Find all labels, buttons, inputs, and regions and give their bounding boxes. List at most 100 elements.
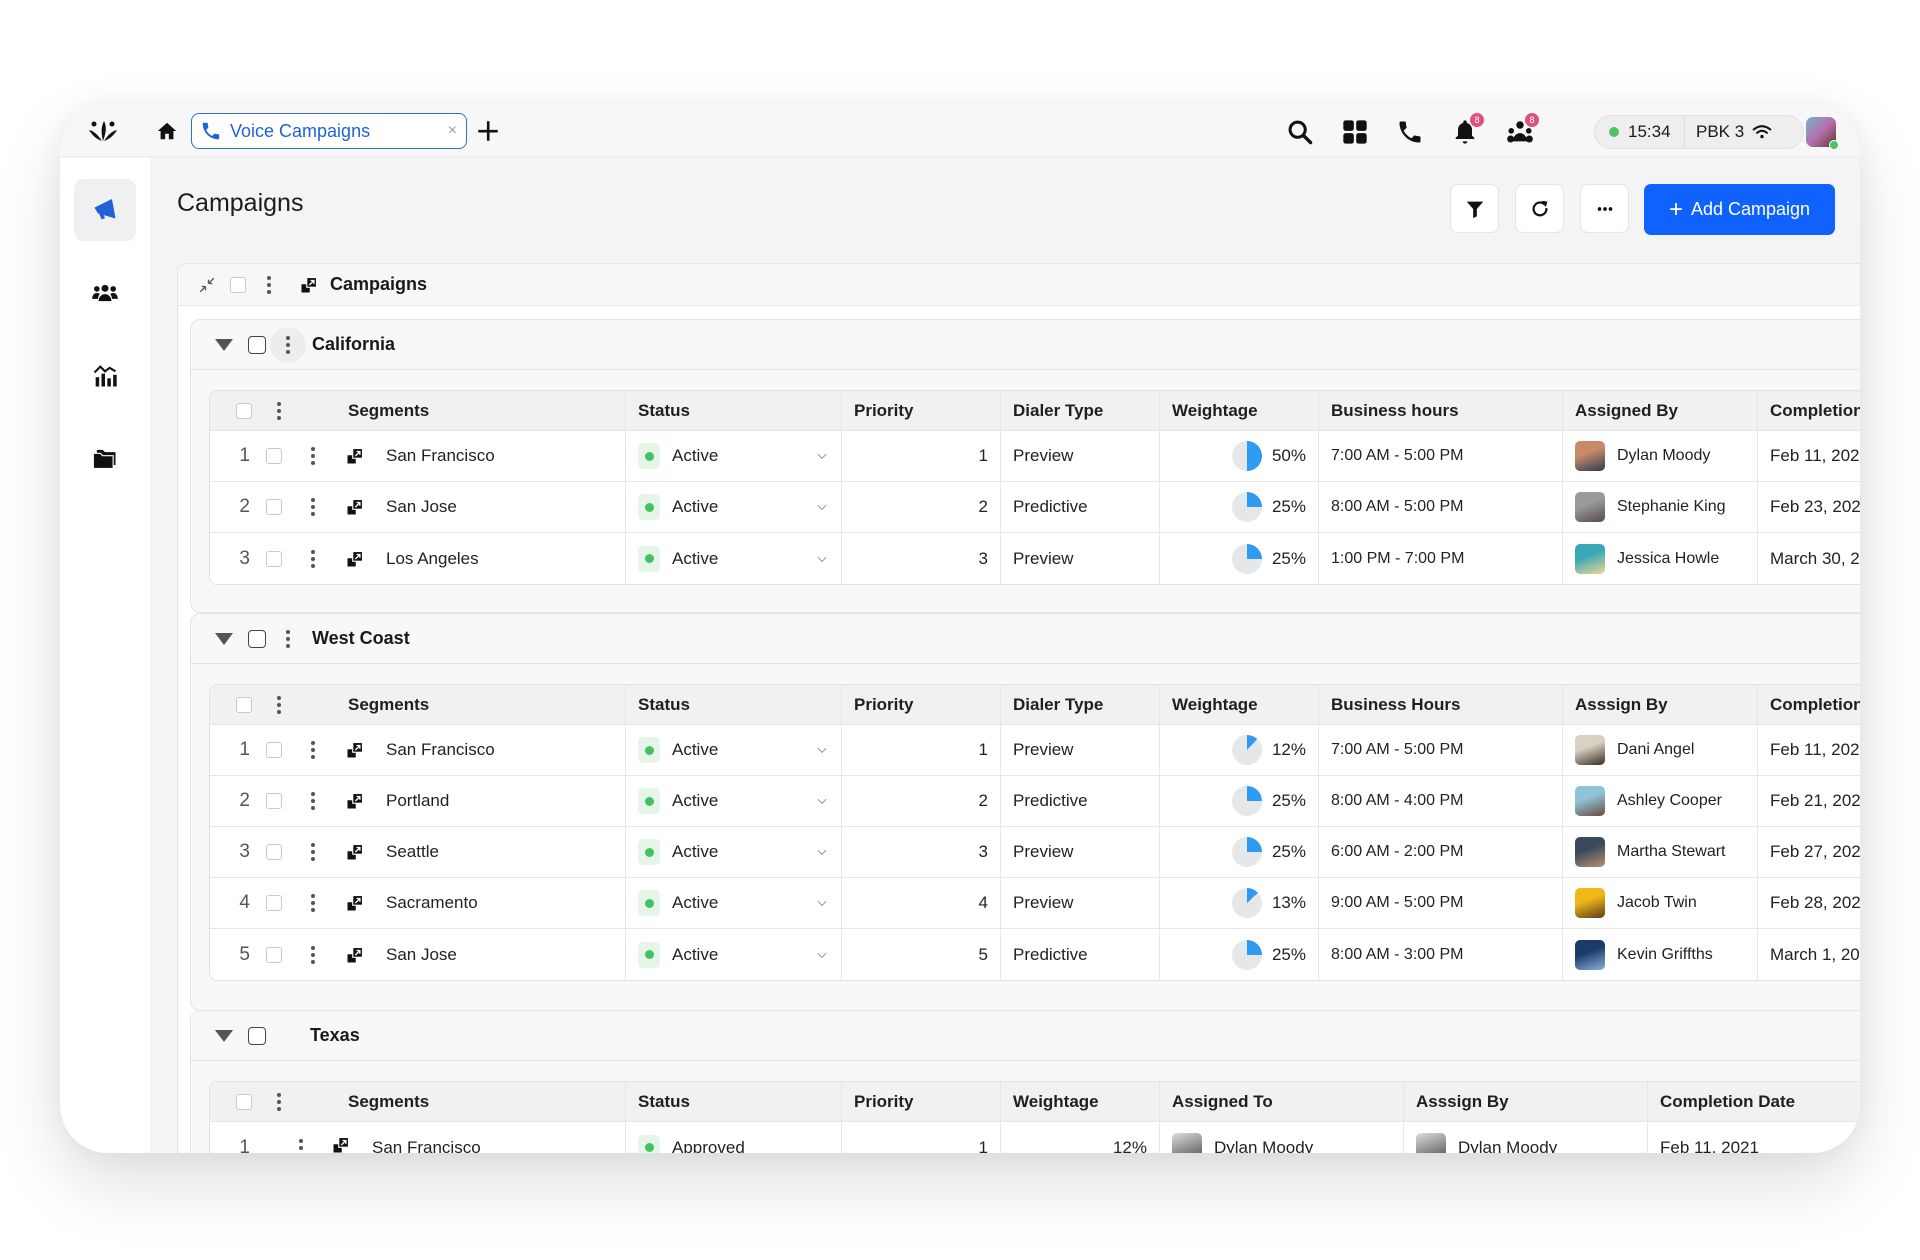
row-menu-icon[interactable] xyxy=(310,894,316,912)
row-menu-icon[interactable] xyxy=(310,792,316,810)
group-menu-icon[interactable] xyxy=(285,629,291,648)
column-header[interactable]: Business hours xyxy=(1319,391,1563,430)
group-checkbox[interactable] xyxy=(248,335,266,354)
select-all-rows-checkbox[interactable] xyxy=(236,1093,252,1110)
expand-triangle-icon[interactable] xyxy=(215,632,233,645)
sidebar-item-files[interactable] xyxy=(74,427,136,489)
segment-name[interactable]: San Francisco xyxy=(386,446,495,466)
table-row[interactable]: 1 San Francisco Active 1 Preview 50% 7:0… xyxy=(210,431,1860,482)
column-header[interactable]: Status xyxy=(626,391,842,430)
panel-menu-icon[interactable] xyxy=(266,275,272,294)
select-all-rows-checkbox[interactable] xyxy=(236,696,252,713)
group-menu[interactable] xyxy=(270,326,306,363)
column-menu-icon[interactable] xyxy=(276,695,282,714)
row-menu-icon[interactable] xyxy=(310,843,316,861)
team-button[interactable]: 8 xyxy=(1506,113,1539,146)
column-header[interactable]: Segments xyxy=(348,695,429,715)
status-dropdown[interactable]: Active xyxy=(626,431,842,481)
segment-name[interactable]: Seattle xyxy=(386,842,439,862)
user-avatar[interactable] xyxy=(1806,117,1839,150)
row-checkbox[interactable] xyxy=(266,499,282,515)
chevron-down-icon[interactable] xyxy=(815,948,829,962)
table-row[interactable]: 5 San Jose Active 5 Predictive 25% 8:00 … xyxy=(210,929,1860,980)
home-icon[interactable] xyxy=(156,120,178,142)
group-menu[interactable] xyxy=(270,621,306,657)
chevron-down-icon[interactable] xyxy=(815,449,829,463)
status-dropdown[interactable]: Active xyxy=(626,533,842,584)
apps-grid-icon[interactable] xyxy=(1341,118,1369,146)
segment-name[interactable]: San Francisco xyxy=(372,1138,481,1154)
table-row[interactable]: 2 Portland Active 2 Predictive 25% 8:00 … xyxy=(210,776,1860,827)
add-campaign-button[interactable]: + Add Campaign xyxy=(1644,184,1835,235)
row-menu-icon[interactable] xyxy=(310,498,316,516)
column-header[interactable]: Segments xyxy=(348,1092,429,1112)
column-menu-icon[interactable] xyxy=(276,401,282,420)
notifications-button[interactable]: 8 xyxy=(1451,113,1484,146)
row-menu-icon[interactable] xyxy=(310,945,316,964)
more-options-button[interactable] xyxy=(1580,184,1629,233)
row-menu-icon[interactable] xyxy=(310,741,316,759)
column-header[interactable]: Segments xyxy=(348,401,429,421)
group-checkbox[interactable] xyxy=(248,1026,266,1045)
status-dropdown[interactable]: Active xyxy=(626,482,842,532)
row-checkbox[interactable] xyxy=(266,550,282,567)
column-header[interactable]: Completion Date xyxy=(1648,1082,1860,1121)
table-row[interactable]: 4 Sacramento Active 4 Preview 13% 9:00 A… xyxy=(210,878,1860,929)
row-menu-icon[interactable] xyxy=(310,549,316,568)
column-header[interactable]: Assigned To xyxy=(1160,1082,1404,1121)
table-row[interactable]: 1 San Francisco Approved 1 12% Dylan Moo… xyxy=(210,1122,1860,1153)
column-header[interactable]: Priority xyxy=(842,685,1001,724)
group-menu-icon[interactable] xyxy=(285,335,291,354)
status-dropdown[interactable]: Active xyxy=(626,725,842,775)
row-checkbox[interactable] xyxy=(266,844,282,860)
status-dropdown[interactable]: Active xyxy=(626,827,842,877)
select-all-rows-checkbox[interactable] xyxy=(236,402,252,419)
new-tab-plus-icon[interactable] xyxy=(475,118,501,144)
sidebar-item-analytics[interactable] xyxy=(74,345,136,407)
column-header[interactable]: Weightage xyxy=(1001,1082,1160,1121)
phone-call-icon[interactable] xyxy=(1396,118,1424,146)
row-menu-icon[interactable] xyxy=(310,447,316,465)
column-header[interactable]: Weightage xyxy=(1160,685,1319,724)
chevron-down-icon[interactable] xyxy=(815,552,829,566)
row-checkbox[interactable] xyxy=(266,946,282,963)
close-tab-icon[interactable]: × xyxy=(448,122,457,140)
segment-name[interactable]: San Jose xyxy=(386,945,457,965)
row-checkbox[interactable] xyxy=(266,742,282,758)
column-header[interactable]: Dialer Type xyxy=(1001,391,1160,430)
column-header[interactable]: Priority xyxy=(842,391,1001,430)
expand-triangle-icon[interactable] xyxy=(215,1029,233,1042)
refresh-button[interactable] xyxy=(1515,184,1564,233)
chevron-down-icon[interactable] xyxy=(815,794,829,808)
column-header[interactable]: Asssign By xyxy=(1404,1082,1648,1121)
segment-name[interactable]: Los Angeles xyxy=(386,549,479,569)
filter-button[interactable] xyxy=(1450,184,1499,233)
chevron-down-icon[interactable] xyxy=(815,845,829,859)
column-header[interactable]: Completion Date xyxy=(1758,391,1860,430)
segment-name[interactable]: Portland xyxy=(386,791,449,811)
column-menu-icon[interactable] xyxy=(276,1092,282,1111)
column-header[interactable]: Business Hours xyxy=(1319,685,1563,724)
column-header[interactable]: Asssign By xyxy=(1563,685,1758,724)
row-checkbox[interactable] xyxy=(266,448,282,464)
column-header[interactable]: Weightage xyxy=(1160,391,1319,430)
table-row[interactable]: 3 Seattle Active 3 Preview 25% 6:00 AM -… xyxy=(210,827,1860,878)
segment-name[interactable]: Sacramento xyxy=(386,893,478,913)
status-dropdown[interactable]: Active xyxy=(626,929,842,980)
table-row[interactable]: 1 San Francisco Active 1 Preview 12% 7:0… xyxy=(210,725,1860,776)
column-header[interactable]: Status xyxy=(626,685,842,724)
expand-triangle-icon[interactable] xyxy=(215,338,233,351)
column-header[interactable]: Dialer Type xyxy=(1001,685,1160,724)
column-header[interactable]: Assigned By xyxy=(1563,391,1758,430)
agent-status-pill[interactable]: 15:34 PBK 3 xyxy=(1594,115,1804,149)
sidebar-item-campaigns[interactable] xyxy=(74,179,136,241)
sidebar-item-contacts[interactable] xyxy=(74,262,136,324)
search-icon[interactable] xyxy=(1286,118,1314,146)
segment-name[interactable]: San Jose xyxy=(386,497,457,517)
column-header[interactable]: Status xyxy=(626,1082,842,1121)
table-row[interactable]: 2 San Jose Active 2 Predictive 25% 8:00 … xyxy=(210,482,1860,533)
collapse-arrows-icon[interactable] xyxy=(198,276,216,294)
group-checkbox[interactable] xyxy=(248,629,266,648)
select-all-checkbox[interactable] xyxy=(230,276,246,293)
status-dropdown[interactable]: Active xyxy=(626,776,842,826)
